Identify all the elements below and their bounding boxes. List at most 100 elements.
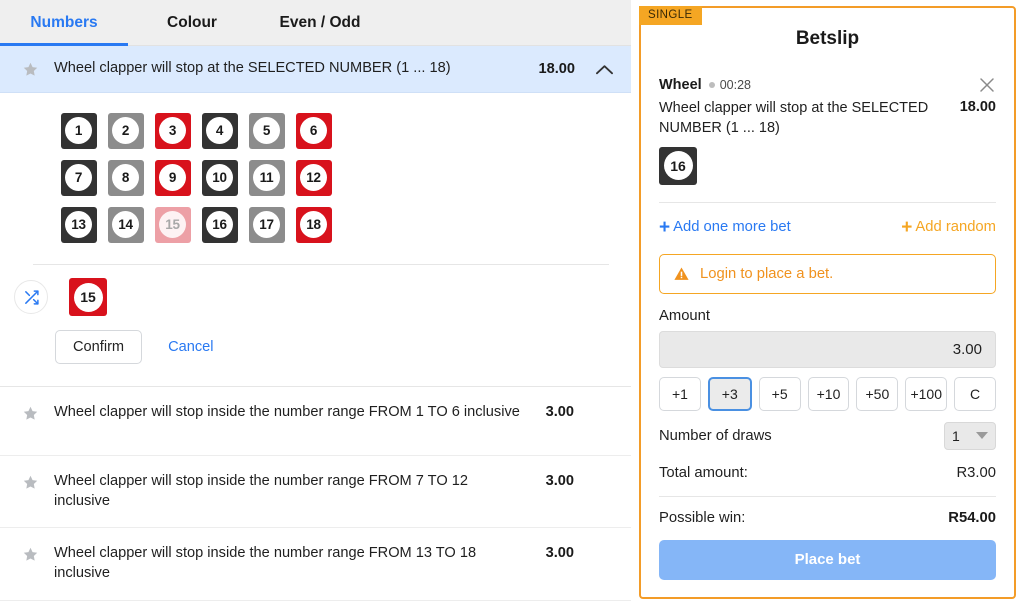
number-cell: 1 — [55, 107, 102, 154]
number-of-draws-row: Number of draws 1 — [659, 421, 996, 450]
market-row-title: Wheel clapper will stop inside the numbe… — [54, 404, 520, 420]
place-bet-button[interactable]: Place bet — [659, 539, 996, 580]
add-random-link[interactable]: + Add random — [901, 218, 996, 237]
confirm-button[interactable]: Confirm — [55, 330, 143, 364]
shuffle-icon[interactable] — [14, 280, 48, 314]
add-one-more-bet-link[interactable]: + Add one more bet — [659, 218, 791, 237]
number-chip-label: 11 — [253, 164, 280, 191]
selected-number-chip[interactable]: 15 — [69, 278, 107, 316]
stepper-button-plus50[interactable]: +50 — [856, 376, 899, 411]
number-chip-label: 18 — [300, 211, 327, 238]
market-row[interactable]: Wheel clapper will stop inside the numbe… — [0, 528, 631, 601]
tab-colour-label: Colour — [167, 13, 217, 31]
number-chip-10[interactable]: 10 — [201, 159, 238, 196]
star-icon[interactable] — [22, 405, 39, 422]
possible-win-row: Possible win: R54.00 — [659, 510, 996, 526]
number-chip-8[interactable]: 8 — [107, 159, 144, 196]
amount-label: Amount — [659, 307, 710, 324]
selection-row: 15 — [0, 265, 631, 316]
number-chip-6[interactable]: 6 — [295, 112, 332, 149]
number-chip-1[interactable]: 1 — [60, 112, 97, 149]
selected-number-label: 15 — [73, 282, 103, 312]
number-chip-5[interactable]: 5 — [248, 112, 285, 149]
stepper-button-plus3[interactable]: +3 — [707, 376, 752, 411]
star-icon[interactable] — [22, 474, 39, 491]
betslip-add-actions: + Add one more bet + Add random — [659, 203, 996, 237]
amount-stepper-buttons: +1 +3 +5 +10 +50 +100 C — [659, 376, 997, 411]
cancel-link[interactable]: Cancel — [168, 339, 213, 355]
number-grid-area: 1 2 3 4 5 6 7 8 9 10 11 12 13 14 15 16 17 18 15 Confirm C… — [0, 93, 631, 387]
tab-even-odd[interactable]: Even / Odd — [256, 0, 384, 45]
number-chip-7[interactable]: 7 — [60, 159, 97, 196]
number-chip-16[interactable]: 16 — [201, 206, 238, 243]
number-chip-label: 9 — [159, 164, 186, 191]
number-chip-4[interactable]: 4 — [201, 112, 238, 149]
login-warning-text: Login to place a bet. — [700, 265, 834, 282]
amount-input[interactable]: 3.00 — [659, 330, 996, 368]
expanded-market-header[interactable]: Wheel clapper will stop at the SELECTED … — [0, 46, 631, 93]
number-chip-11[interactable]: 11 — [248, 159, 285, 196]
market-row[interactable]: Wheel clapper will stop inside the numbe… — [0, 387, 631, 456]
number-chip-3[interactable]: 3 — [154, 112, 191, 149]
number-cell: 15 — [149, 201, 196, 248]
betslip-title: Betslip — [795, 28, 860, 49]
betslip-panel: SINGLE Betslip Wheel 00:28 Wheel clapper… — [631, 0, 1024, 605]
stepper-button-plus100[interactable]: +100 — [905, 376, 948, 411]
number-chip-label: 1 — [65, 117, 92, 144]
number-cell: 13 — [55, 201, 102, 248]
number-chip-label: 13 — [65, 211, 92, 238]
market-row[interactable]: Wheel clapper will stop at the number LE… — [0, 601, 631, 605]
market-row-odds: 3.00 — [545, 404, 574, 420]
betslip-selection-description: Wheel clapper will stop at the SELECTED … — [659, 100, 929, 137]
betslip-selection-odds: 18.00 — [959, 99, 996, 115]
plus-icon: + — [659, 216, 671, 238]
star-icon[interactable] — [22, 61, 39, 78]
number-chip-label: 3 — [159, 117, 186, 144]
tab-numbers[interactable]: Numbers — [0, 0, 128, 46]
confirm-row: Confirm Cancel — [0, 316, 631, 364]
number-grid: 1 2 3 4 5 6 7 8 9 10 11 12 13 14 15 16 17 18 — [55, 107, 631, 248]
stepper-button-c[interactable]: C — [954, 376, 997, 411]
market-list: Wheel clapper will stop inside the numbe… — [0, 387, 631, 605]
expanded-market-odds: 18.00 — [538, 61, 575, 77]
market-row-odds: 3.00 — [545, 473, 574, 489]
number-chip-13[interactable]: 13 — [60, 206, 97, 243]
number-chip-12[interactable]: 12 — [295, 159, 332, 196]
number-chip-label: 15 — [159, 211, 186, 238]
number-chip-label: 2 — [112, 117, 139, 144]
number-cell: 18 — [290, 201, 337, 248]
tab-colour[interactable]: Colour — [128, 0, 256, 45]
number-chip-14[interactable]: 14 — [107, 206, 144, 243]
total-amount-value: R3.00 — [956, 464, 997, 481]
close-icon[interactable] — [978, 76, 996, 94]
market-row[interactable]: Wheel clapper will stop inside the numbe… — [0, 456, 631, 529]
betslip-item-header: Wheel 00:28 — [659, 76, 996, 94]
number-chip-label: 16 — [206, 211, 233, 238]
stepper-button-plus10[interactable]: +10 — [807, 376, 850, 411]
chevron-down-icon — [976, 432, 988, 440]
plus-icon-random: + — [901, 216, 913, 238]
number-cell: 7 — [55, 154, 102, 201]
number-chip-2[interactable]: 2 — [107, 112, 144, 149]
number-chip-label: 14 — [112, 211, 139, 238]
add-one-more-bet-label: Add one more bet — [673, 219, 791, 236]
number-cell: 14 — [102, 201, 149, 248]
betslip-selection-row: Wheel clapper will stop at the SELECTED … — [659, 98, 996, 139]
login-warning-banner[interactable]: Login to place a bet. — [659, 253, 996, 294]
number-of-draws-select[interactable]: 1 — [944, 421, 996, 450]
number-chip-9[interactable]: 9 — [154, 159, 191, 196]
market-row-title: Wheel clapper will stop inside the numbe… — [54, 545, 477, 582]
betslip-pick-wrap: 16 — [659, 146, 996, 185]
stepper-button-plus1[interactable]: +1 — [659, 376, 701, 411]
betslip-item: Wheel 00:28 Wheel clapper will stop at t… — [659, 50, 996, 185]
number-chip-18[interactable]: 18 — [295, 206, 332, 243]
number-cell: 10 — [196, 154, 243, 201]
star-icon[interactable] — [22, 546, 39, 563]
betslip-pick-chip: 16 — [659, 146, 697, 185]
chevron-up-icon[interactable] — [591, 63, 617, 76]
status-dot-icon — [708, 82, 715, 88]
stepper-button-plus5[interactable]: +5 — [758, 376, 801, 411]
amount-value: 3.00 — [952, 340, 982, 358]
number-chip-17[interactable]: 17 — [248, 206, 285, 243]
number-chip-label: 12 — [300, 164, 327, 191]
